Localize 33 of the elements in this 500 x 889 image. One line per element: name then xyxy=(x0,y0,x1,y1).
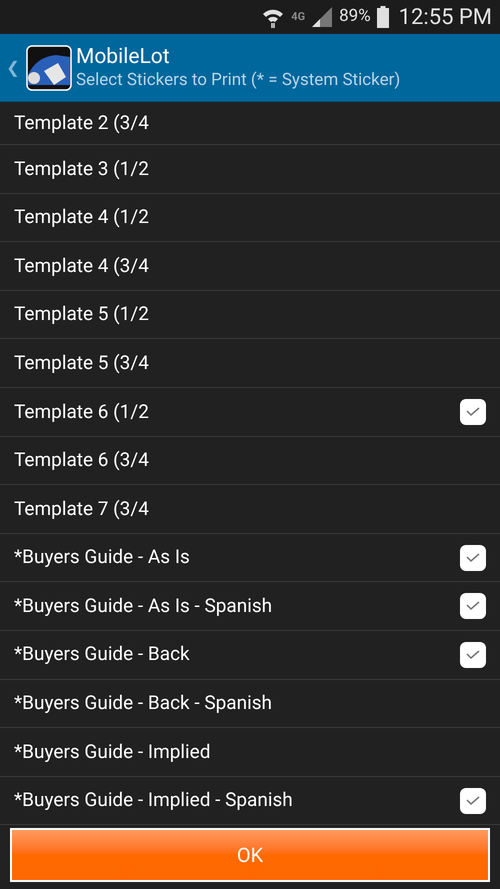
checkmark-icon xyxy=(466,406,480,417)
checkmark-icon xyxy=(466,601,480,612)
sticker-row[interactable]: *Buyers Guide - As Is - Spanish xyxy=(0,582,500,631)
clock: 12:55 PM xyxy=(398,4,492,32)
sticker-row[interactable]: Template 4 (1/2 xyxy=(0,194,500,242)
sticker-row[interactable]: Template 3 (1/2 xyxy=(0,145,500,194)
sticker-row[interactable]: Template 4 (3/4 xyxy=(0,242,500,291)
checkbox[interactable] xyxy=(460,544,486,571)
battery-icon xyxy=(376,6,389,28)
sticker-row[interactable]: Template 6 (1/2 xyxy=(0,388,500,437)
checkmark-icon xyxy=(466,552,480,563)
app-title: MobileLot xyxy=(76,44,171,70)
checkbox[interactable] xyxy=(460,642,486,668)
sticker-row[interactable]: *Buyers Guide - Implied xyxy=(0,728,500,777)
sticker-row[interactable]: *Buyers Guide - Back - Spanish xyxy=(0,680,500,728)
checkmark-icon xyxy=(466,796,480,806)
sticker-row[interactable]: Template 5 (3/4 xyxy=(0,339,500,388)
sticker-row[interactable]: Template 5 (1/2 xyxy=(0,290,500,340)
checkbox[interactable] xyxy=(460,593,486,620)
checkbox[interactable] xyxy=(460,788,486,814)
checkbox[interactable] xyxy=(460,398,486,425)
sticker-row[interactable]: *Buyers Guide - As Is xyxy=(0,534,500,582)
battery-percent: 89% xyxy=(339,5,371,28)
signal-icon xyxy=(311,6,334,28)
sticker-row[interactable]: Template 2 (3/4 xyxy=(0,102,500,145)
sticker-row[interactable]: *Buyers Guide - Implied - Spanish xyxy=(0,776,500,826)
checkmark-icon xyxy=(466,650,480,660)
screen-subtitle: Select Stickers to Print (* = System Sticker) xyxy=(76,70,400,92)
sticker-row[interactable]: Template 7 (3/4 xyxy=(0,485,500,534)
network-label: 4G xyxy=(291,8,306,25)
sticker-row[interactable]: *Buyers Guide - Back xyxy=(0,630,500,680)
app-logo-icon[interactable] xyxy=(26,44,72,90)
sticker-row[interactable]: Template 6 (3/4 xyxy=(0,436,500,486)
